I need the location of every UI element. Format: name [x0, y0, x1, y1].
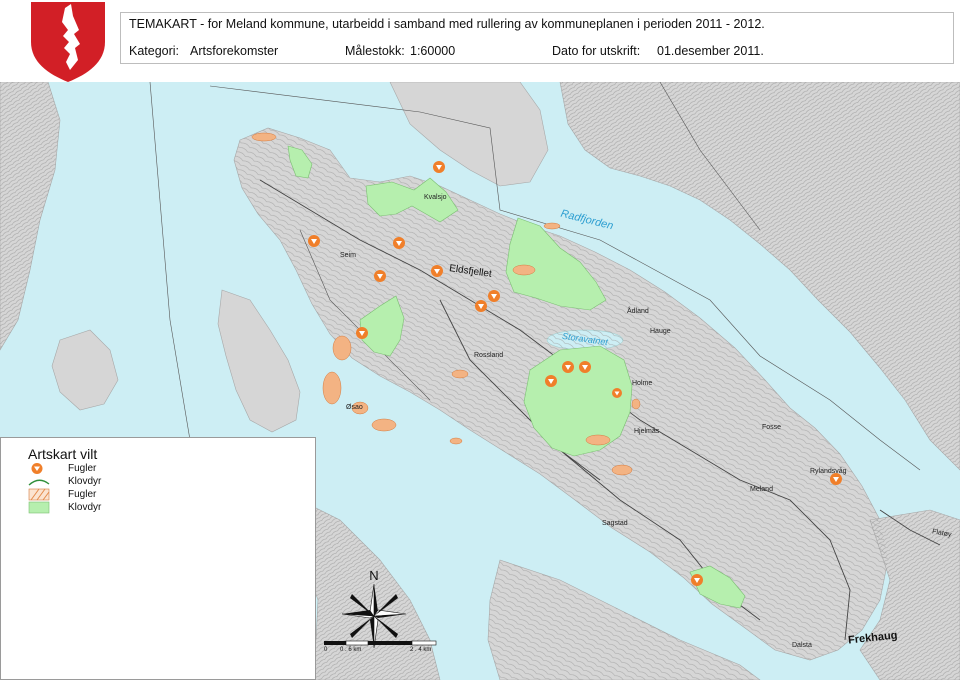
- bird-point-icon: [308, 235, 320, 247]
- north-label: N: [369, 568, 378, 583]
- label-osao: Øsao: [346, 404, 363, 411]
- legend-label: Klovdyr: [68, 502, 102, 513]
- label-adland: Ådland: [627, 308, 649, 315]
- map-title: TEMAKART - for Meland kommune, utarbeidd…: [129, 17, 765, 31]
- legend-item-klovdyr-line: Klovdyr: [28, 475, 101, 488]
- label-rossland: Rossland: [474, 352, 504, 359]
- label-dalsta: Dalsta: [792, 642, 812, 649]
- label-fosse: Fosse: [762, 424, 782, 431]
- fugler-area-4: [322, 371, 342, 405]
- map-legend: Artskart vilt Fugler Klovdyr Fugler Klov…: [0, 437, 316, 680]
- legend-item-klovdyr-area: Klovdyr: [28, 501, 101, 514]
- fugler-area-3: [332, 335, 352, 361]
- bird-point-icon: [612, 388, 622, 398]
- category-value: Artsforekomster: [190, 44, 279, 58]
- scale-tick-2: 2 . 4 km: [410, 647, 432, 653]
- legend-title: Artskart vilt: [28, 446, 98, 462]
- scale-tick-1: 0 . 6 km: [340, 647, 362, 653]
- legend-label: Klovdyr: [68, 476, 102, 487]
- legend-label: Fugler: [68, 489, 97, 500]
- label-sagstad: Sagstad: [602, 520, 628, 527]
- line-icon: [28, 479, 50, 486]
- bird-point-icon: [431, 265, 443, 277]
- label-seim: Seim: [340, 252, 356, 259]
- fugler-area-12: [631, 398, 641, 410]
- bird-point-icon: [579, 361, 591, 373]
- print-date-label: Dato for utskrift:: [552, 44, 641, 58]
- hatched-area-icon: [28, 488, 50, 501]
- fugler-area-11: [449, 437, 463, 445]
- bird-point-icon: [374, 270, 386, 282]
- fugler-area-8: [585, 434, 611, 446]
- map-header: TEMAKART - for Meland kommune, utarbeidd…: [120, 12, 954, 64]
- label-kvalsjo: Kvalsjo: [424, 194, 447, 201]
- scale-bar: 0 0 . 6 km 2 . 4 km: [322, 636, 442, 660]
- scale-value: 1:60000: [410, 44, 456, 58]
- crest-shield-icon: [31, 2, 105, 82]
- print-date-value: 01.desember 2011.: [657, 44, 764, 58]
- scale-tick-0: 0: [324, 647, 328, 653]
- bird-point-icon: [545, 375, 557, 387]
- bird-point-icon: [393, 237, 405, 249]
- bird-point-icon: [562, 361, 574, 373]
- label-hauge: Hauge: [650, 328, 671, 335]
- legend-item-fugler-point: Fugler: [28, 462, 96, 475]
- label-rylandsvag: Rylandsvåg: [810, 468, 847, 475]
- fugler-area-1: [251, 132, 277, 142]
- legend-item-fugler-area: Fugler: [28, 488, 96, 501]
- area-icon: [28, 501, 50, 514]
- label-meland: Meland: [750, 486, 773, 493]
- bird-point-icon: [475, 300, 487, 312]
- scale-label: Målestokk:: [345, 44, 405, 58]
- label-holme: Holme: [632, 380, 653, 387]
- fugler-area-10: [543, 222, 561, 230]
- fugler-area-9: [611, 464, 633, 476]
- category-label: Kategori:: [129, 44, 180, 58]
- bird-point-icon: [433, 161, 445, 173]
- bird-point-icon: [356, 327, 368, 339]
- bird-point-icon: [488, 290, 500, 302]
- bird-point-icon: [31, 463, 43, 474]
- fugler-area-6: [371, 418, 397, 432]
- legend-label: Fugler: [68, 463, 97, 474]
- label-hjelmas: Hjelmås: [634, 428, 660, 435]
- fugler-area-2: [512, 264, 536, 276]
- bird-point-icon: [691, 574, 703, 586]
- fugler-area-7: [451, 369, 469, 379]
